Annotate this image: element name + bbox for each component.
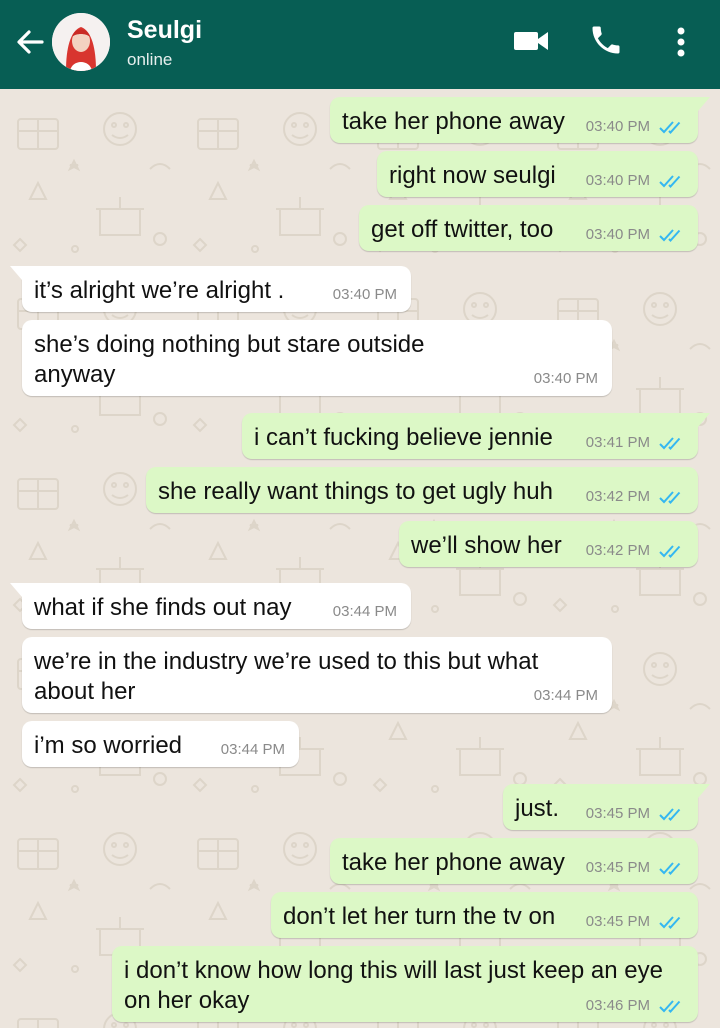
message-time: 03:45 PM — [585, 859, 650, 876]
message-text: take her phone away — [342, 849, 565, 876]
double-check-icon — [659, 862, 681, 875]
message-text: just. — [515, 795, 560, 822]
double-check-icon — [659, 121, 681, 134]
double-check-icon — [659, 491, 681, 504]
arrow-left-icon[interactable] — [12, 24, 48, 60]
message-text: she’s doing nothing but stare outside an… — [34, 331, 425, 388]
double-check-icon — [659, 1000, 681, 1013]
message-outgoing[interactable]: take her phone away 03:40 PM — [330, 97, 710, 143]
message-text: don’t let her turn the tv on — [283, 903, 556, 930]
double-check-icon — [659, 175, 681, 188]
message-time: 03:42 PM — [585, 488, 650, 505]
message-incoming[interactable]: she’s doing nothing but stare outside an… — [22, 320, 612, 396]
double-check-icon — [659, 545, 681, 558]
double-check-icon — [659, 229, 681, 242]
message-incoming[interactable]: what if she finds out nay 03:44 PM — [10, 583, 411, 629]
message-outgoing[interactable]: i can’t fucking believe jennie 03:41 PM — [242, 413, 710, 459]
message-time: 03:45 PM — [585, 805, 650, 822]
double-check-icon — [659, 808, 681, 821]
message-time: 03:44 PM — [332, 603, 397, 620]
message-text: we’ll show her — [411, 532, 562, 559]
message-time: 03:40 PM — [585, 118, 650, 135]
message-text: we’re in the industry we’re used to this… — [34, 648, 539, 705]
message-outgoing[interactable]: she really want things to get ugly huh 0… — [146, 467, 698, 513]
double-check-icon — [659, 916, 681, 929]
message-time: 03:44 PM — [533, 687, 598, 704]
message-time: 03:40 PM — [585, 226, 650, 243]
message-time: 03:40 PM — [533, 370, 598, 387]
message-outgoing[interactable]: i don’t know how long this will last jus… — [112, 946, 698, 1022]
message-time: 03:40 PM — [585, 172, 650, 189]
chat-header: Seulgi online — [0, 0, 720, 89]
message-text: she really want things to get ugly huh — [158, 478, 553, 505]
message-time: 03:44 PM — [220, 741, 285, 758]
message-text: get off twitter, too — [371, 216, 554, 243]
message-outgoing[interactable]: get off twitter, too 03:40 PM — [359, 205, 698, 251]
message-text: i’m so worried — [34, 732, 183, 759]
message-incoming[interactable]: i’m so worried 03:44 PM — [22, 721, 299, 767]
message-incoming[interactable]: we’re in the industry we’re used to this… — [22, 637, 612, 713]
message-text: right now seulgi — [389, 162, 556, 189]
more-vert-icon[interactable] — [670, 24, 692, 60]
message-text: i can’t fucking believe jennie — [254, 424, 553, 451]
message-time: 03:41 PM — [585, 434, 650, 451]
message-outgoing[interactable]: right now seulgi 03:40 PM — [377, 151, 698, 197]
message-time: 03:45 PM — [585, 913, 650, 930]
contact-name[interactable]: Seulgi — [127, 16, 202, 45]
avatar-image — [52, 13, 110, 71]
message-text: it’s alright we’re alright . — [34, 277, 285, 304]
message-outgoing[interactable]: don’t let her turn the tv on 03:45 PM — [271, 892, 698, 938]
message-text: what if she finds out nay — [34, 594, 292, 621]
message-text: take her phone away — [342, 108, 565, 135]
message-time: 03:42 PM — [585, 542, 650, 559]
message-time: 03:40 PM — [332, 286, 397, 303]
message-incoming[interactable]: it’s alright we’re alright . 03:40 PM — [10, 266, 411, 312]
avatar[interactable] — [52, 13, 110, 71]
double-check-icon — [659, 437, 681, 450]
message-outgoing[interactable]: take her phone away 03:45 PM — [330, 838, 698, 884]
message-outgoing[interactable]: just. 03:45 PM — [503, 784, 710, 830]
phone-icon[interactable] — [588, 22, 624, 58]
contact-status: online — [127, 50, 173, 69]
video-camera-icon[interactable] — [512, 26, 550, 56]
message-outgoing[interactable]: we’ll show her 03:42 PM — [399, 521, 698, 567]
message-time: 03:46 PM — [585, 997, 650, 1014]
